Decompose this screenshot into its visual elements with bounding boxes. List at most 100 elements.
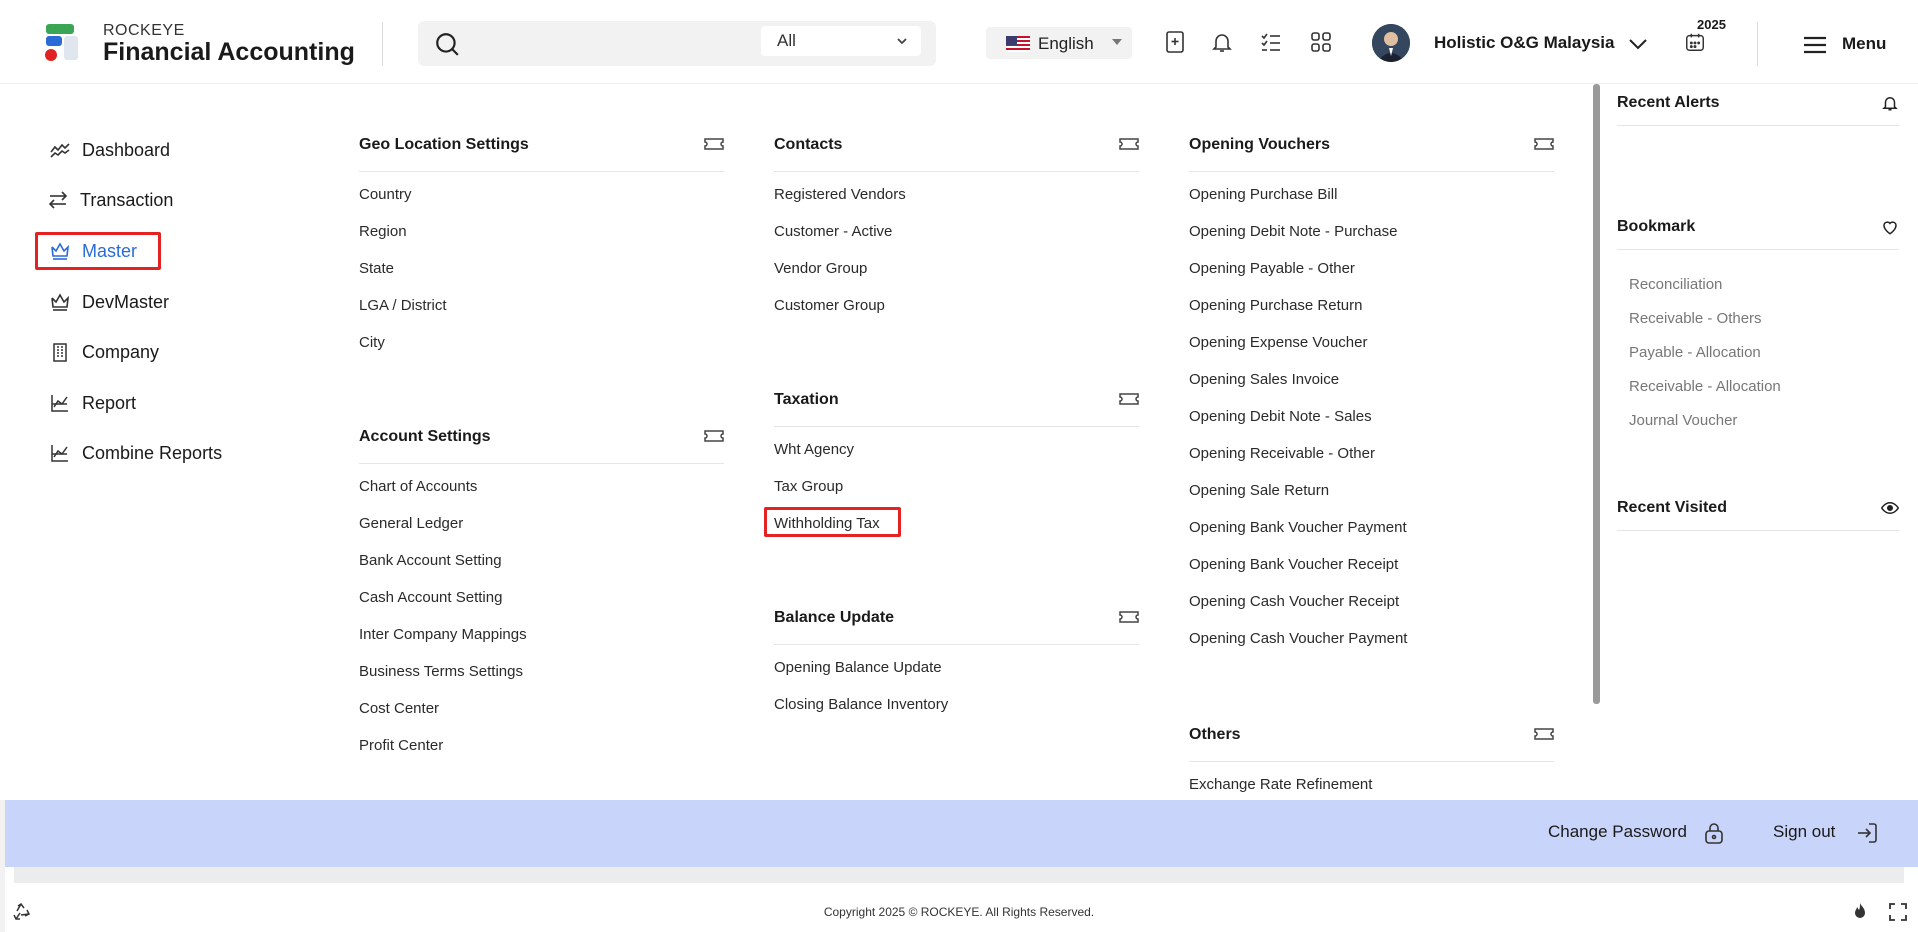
bookmark-receivable-allocation[interactable]: Receivable - Allocation	[1629, 378, 1781, 412]
menu-link-inter-company-mappings[interactable]: Inter Company Mappings	[359, 624, 724, 661]
menu-link-opening-cash-voucher-receipt[interactable]: Opening Cash Voucher Receipt	[1189, 591, 1554, 628]
eye-icon[interactable]	[1881, 499, 1899, 517]
menu-link-closing-balance-inventory[interactable]: Closing Balance Inventory	[774, 694, 1139, 731]
menu-link-opening-expense-voucher[interactable]: Opening Expense Voucher	[1189, 332, 1554, 369]
fire-icon[interactable]	[1850, 902, 1870, 922]
search-bar[interactable]: All	[418, 21, 936, 66]
crown-icon	[51, 293, 70, 311]
calendar-icon[interactable]	[1684, 31, 1706, 53]
menu-link-cash-account-setting[interactable]: Cash Account Setting	[359, 587, 724, 624]
menu-link-wht-agency[interactable]: Wht Agency	[774, 439, 1139, 476]
sidebar-item-devmaster[interactable]: DevMaster	[38, 283, 169, 321]
ticket-icon[interactable]	[1119, 609, 1139, 625]
sidebar-item-report[interactable]: Report	[38, 384, 136, 422]
sidebar-item-combine-reports[interactable]: Combine Reports	[38, 434, 222, 472]
menu-button[interactable]: Menu	[1802, 33, 1918, 57]
menu-link-state[interactable]: State	[359, 258, 724, 295]
balance-update-section: Balance Update Opening Balance Update Cl…	[774, 605, 1139, 731]
menu-link-customer-group[interactable]: Customer Group	[774, 295, 1139, 332]
ticket-icon[interactable]	[1534, 726, 1554, 742]
menu-link-profit-center[interactable]: Profit Center	[359, 735, 724, 772]
menu-link-opening-sales-invoice[interactable]: Opening Sales Invoice	[1189, 369, 1554, 406]
heart-icon[interactable]	[1881, 218, 1899, 236]
bell-icon[interactable]	[1881, 94, 1899, 112]
chart-line-icon	[50, 143, 70, 158]
section-title-text: Taxation	[774, 391, 839, 408]
menu-link-cost-center[interactable]: Cost Center	[359, 698, 724, 735]
app-title: Financial Accounting	[103, 38, 355, 66]
bookmark-payable-allocation[interactable]: Payable - Allocation	[1629, 344, 1781, 378]
menu-link-general-ledger[interactable]: General Ledger	[359, 513, 724, 550]
menu-link-opening-cash-voucher-payment[interactable]: Opening Cash Voucher Payment	[1189, 628, 1554, 665]
menu-link-opening-debit-note-purchase[interactable]: Opening Debit Note - Purchase	[1189, 221, 1554, 258]
avatar[interactable]	[1372, 24, 1410, 62]
recent-alerts-header: Recent Alerts	[1617, 84, 1899, 126]
menu-link-chart-of-accounts[interactable]: Chart of Accounts	[359, 476, 724, 513]
menu-link-opening-receivable-other[interactable]: Opening Receivable - Other	[1189, 443, 1554, 480]
bookmark-reconciliation[interactable]: Reconciliation	[1629, 276, 1781, 310]
bookmark-journal-voucher[interactable]: Journal Voucher	[1629, 412, 1781, 446]
contacts-section: Contacts Registered Vendors Customer - A…	[774, 132, 1139, 332]
hamburger-icon	[1804, 36, 1826, 54]
chevron-down-icon[interactable]	[1626, 32, 1650, 56]
ticket-icon[interactable]	[1534, 136, 1554, 152]
ticket-icon[interactable]	[704, 136, 724, 152]
menu-link-opening-purchase-bill[interactable]: Opening Purchase Bill	[1189, 184, 1554, 221]
menu-link-registered-vendors[interactable]: Registered Vendors	[774, 184, 1139, 221]
menu-link-vendor-group[interactable]: Vendor Group	[774, 258, 1139, 295]
menu-link-opening-payable-other[interactable]: Opening Payable - Other	[1189, 258, 1554, 295]
menu-link-business-terms-settings[interactable]: Business Terms Settings	[359, 661, 724, 698]
recent-alerts-title: Recent Alerts	[1617, 94, 1720, 111]
language-select[interactable]: English	[986, 27, 1132, 59]
menu-link-opening-bank-voucher-payment[interactable]: Opening Bank Voucher Payment	[1189, 517, 1554, 554]
language-label: English	[1038, 34, 1094, 53]
sidebar-item-company[interactable]: Company	[38, 333, 159, 371]
gray-strip	[14, 867, 1904, 883]
lock-icon[interactable]	[1702, 821, 1726, 845]
apps-grid-icon[interactable]	[1309, 30, 1333, 54]
arrows-exchange-icon	[48, 191, 68, 209]
menu-link-opening-debit-note-sales[interactable]: Opening Debit Note - Sales	[1189, 406, 1554, 443]
menu-link-region[interactable]: Region	[359, 221, 724, 258]
menu-link-opening-bank-voucher-receipt[interactable]: Opening Bank Voucher Receipt	[1189, 554, 1554, 591]
copyright: Copyright 2025 © ROCKEYE. All Rights Res…	[823, 905, 1095, 919]
search-icon[interactable]	[434, 31, 460, 57]
sidebar-item-dashboard[interactable]: Dashboard	[38, 131, 170, 169]
menu-link-opening-purchase-return[interactable]: Opening Purchase Return	[1189, 295, 1554, 332]
search-filter-select[interactable]: All	[761, 26, 921, 56]
section-title-text: Account Settings	[359, 428, 491, 445]
ticket-icon[interactable]	[1119, 391, 1139, 407]
menu-link-city[interactable]: City	[359, 332, 724, 369]
section-title-text: Balance Update	[774, 609, 895, 626]
section-title-text: Contacts	[774, 136, 843, 153]
sidebar-item-label: DevMaster	[82, 291, 170, 312]
sign-out-button[interactable]: Sign out	[1773, 822, 1835, 842]
sign-out-icon[interactable]	[1855, 821, 1879, 845]
sidebar-item-transaction[interactable]: Transaction	[36, 181, 173, 219]
menu-link-lga-district[interactable]: LGA / District	[359, 295, 724, 332]
bookmark-add-icon[interactable]	[1163, 30, 1187, 54]
bookmark-receivable-others[interactable]: Receivable - Others	[1629, 310, 1781, 344]
recent-visited-title: Recent Visited	[1617, 499, 1727, 516]
app-logo-icon[interactable]	[42, 22, 82, 64]
section-title: Taxation	[774, 387, 1139, 427]
company-name[interactable]: Holistic O&G Malaysia	[1434, 33, 1614, 53]
ticket-icon[interactable]	[1119, 136, 1139, 152]
menu-link-opening-sale-return[interactable]: Opening Sale Return	[1189, 480, 1554, 517]
fullscreen-icon[interactable]	[1888, 902, 1908, 922]
menu-link-bank-account-setting[interactable]: Bank Account Setting	[359, 550, 724, 587]
ticket-icon[interactable]	[704, 428, 724, 444]
section-title-text: Others	[1189, 726, 1241, 743]
menu-link-customer-active[interactable]: Customer - Active	[774, 221, 1139, 258]
divider	[382, 22, 383, 66]
change-password-button[interactable]: Change Password	[1548, 822, 1687, 842]
bell-icon[interactable]	[1210, 30, 1234, 54]
menu-link-country[interactable]: Country	[359, 184, 724, 221]
recent-visited-header: Recent Visited	[1617, 489, 1899, 531]
highlight-box	[35, 232, 161, 270]
menu-link-opening-balance-update[interactable]: Opening Balance Update	[774, 657, 1139, 694]
scrollbar[interactable]	[1593, 84, 1600, 704]
right-panel: Recent Alerts Bookmark Reconciliation Re…	[1600, 84, 1918, 800]
checklist-icon[interactable]	[1259, 30, 1283, 54]
footer-action-bar: Change Password Sign out	[5, 800, 1918, 867]
